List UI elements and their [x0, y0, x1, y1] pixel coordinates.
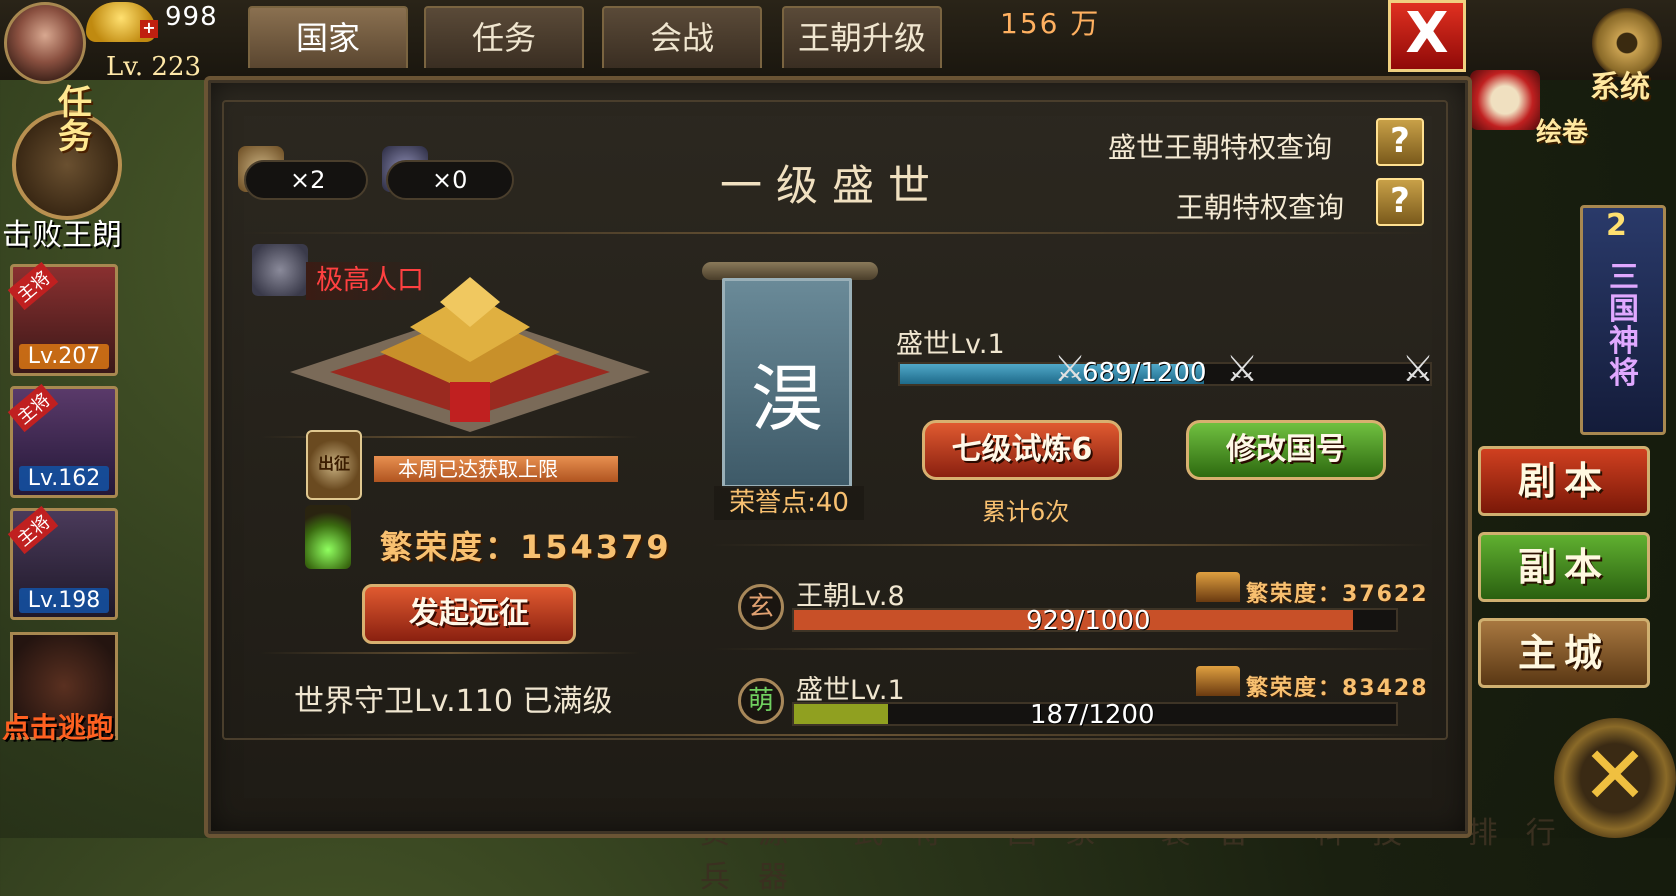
- expedition-badge: 出征: [306, 430, 362, 500]
- add-gold-icon[interactable]: +: [140, 20, 158, 38]
- general-level: Lv.207: [19, 344, 109, 369]
- tab-tasks[interactable]: 任务: [424, 6, 584, 68]
- player-level: Lv. 223: [106, 52, 202, 82]
- prosperity-privilege-query[interactable]: 盛世王朝特权查询: [1108, 126, 1332, 166]
- trial-button[interactable]: 七级试炼6: [922, 420, 1122, 480]
- prosperity-level: 盛世Lv.1: [896, 329, 1005, 360]
- talisman-icon: [305, 505, 351, 569]
- general-card[interactable]: 主将 Lv.198: [7, 505, 118, 620]
- prosperity-tier-title: 一级盛世: [720, 161, 945, 210]
- dynasty-progress-fill: [794, 704, 888, 724]
- total-prosperity: 繁荣度：154379: [380, 528, 672, 566]
- dungeon-button[interactable]: 副本: [1478, 532, 1650, 602]
- palace-illustration: [290, 277, 650, 432]
- resource-amount: 156 万: [1000, 7, 1101, 40]
- palace-icon: [1196, 666, 1240, 696]
- help-icon[interactable]: ?: [1376, 178, 1424, 226]
- crossed-swords-icon: ⚔: [1401, 349, 1435, 390]
- divider: [712, 648, 1432, 650]
- general-tag: 主将: [7, 505, 59, 555]
- dynasty-prosperity: 繁荣度：83428: [1246, 676, 1429, 701]
- general-level: Lv.162: [19, 466, 109, 491]
- divider: [260, 652, 640, 654]
- crossed-swords-icon: ⚔: [1225, 349, 1259, 390]
- dynasty-prosperity: 繁荣度：37622: [1246, 582, 1429, 607]
- escape-label[interactable]: 点击逃跑: [2, 706, 114, 746]
- banner-text: 三国神将: [1609, 260, 1639, 391]
- divider: [240, 232, 1430, 234]
- world-guard-status: 世界守卫Lv.110 已满级: [294, 684, 613, 719]
- general-level: Lv.198: [19, 588, 109, 613]
- rename-nation-button[interactable]: 修改国号: [1186, 420, 1386, 480]
- dynasty-badge: 玄: [738, 584, 784, 630]
- quest-label: 任务: [58, 83, 92, 157]
- dynasty-badge: 萌: [738, 678, 784, 724]
- script-button[interactable]: 剧本: [1478, 446, 1650, 516]
- tab-battle[interactable]: 会战: [602, 6, 762, 68]
- dynasty-progress-text: 187/1200: [1030, 700, 1155, 730]
- prosperity-progress-text: 689/1200: [1082, 358, 1207, 388]
- tab-dynasty-upgrade[interactable]: 王朝升级: [782, 6, 942, 68]
- main-city-button[interactable]: 主城: [1478, 618, 1650, 688]
- palace-icon: [1196, 572, 1240, 602]
- trial-cumulative-count: 累计6次: [982, 498, 1070, 526]
- help-icon[interactable]: ?: [1376, 118, 1424, 166]
- quest-objective[interactable]: 击败王朗: [2, 210, 122, 254]
- scroll-icon[interactable]: [1470, 70, 1540, 130]
- banner-count: 2: [1606, 208, 1627, 243]
- divider: [264, 734, 1432, 736]
- tab-country[interactable]: 国家: [248, 6, 408, 68]
- divider: [712, 544, 1432, 546]
- close-panel-button[interactable]: X: [1388, 0, 1466, 72]
- dynasty-progress-text: 929/1000: [1026, 606, 1151, 636]
- general-tag: 主将: [7, 261, 59, 311]
- general-tag: 主将: [7, 383, 59, 433]
- expedition-token-count: ×2: [244, 160, 368, 200]
- launch-expedition-button[interactable]: 发起远征: [362, 584, 576, 644]
- weekly-limit-notice: 本周已达获取上限: [374, 456, 618, 482]
- dynasty-privilege-query[interactable]: 王朝特权查询: [1176, 186, 1344, 226]
- gold-amount: 998: [165, 2, 218, 32]
- general-card[interactable]: 主将 Lv.162: [7, 383, 118, 498]
- general-card[interactable]: 主将 Lv.207: [7, 261, 118, 376]
- bomb-item-count: ×0: [386, 160, 514, 200]
- scroll-label[interactable]: 绘卷: [1536, 112, 1588, 149]
- player-avatar[interactable]: [4, 2, 86, 84]
- nation-name-char: 淏: [750, 357, 823, 441]
- system-label[interactable]: 系统: [1590, 62, 1650, 106]
- honor-points: 荣誉点:40: [714, 486, 864, 520]
